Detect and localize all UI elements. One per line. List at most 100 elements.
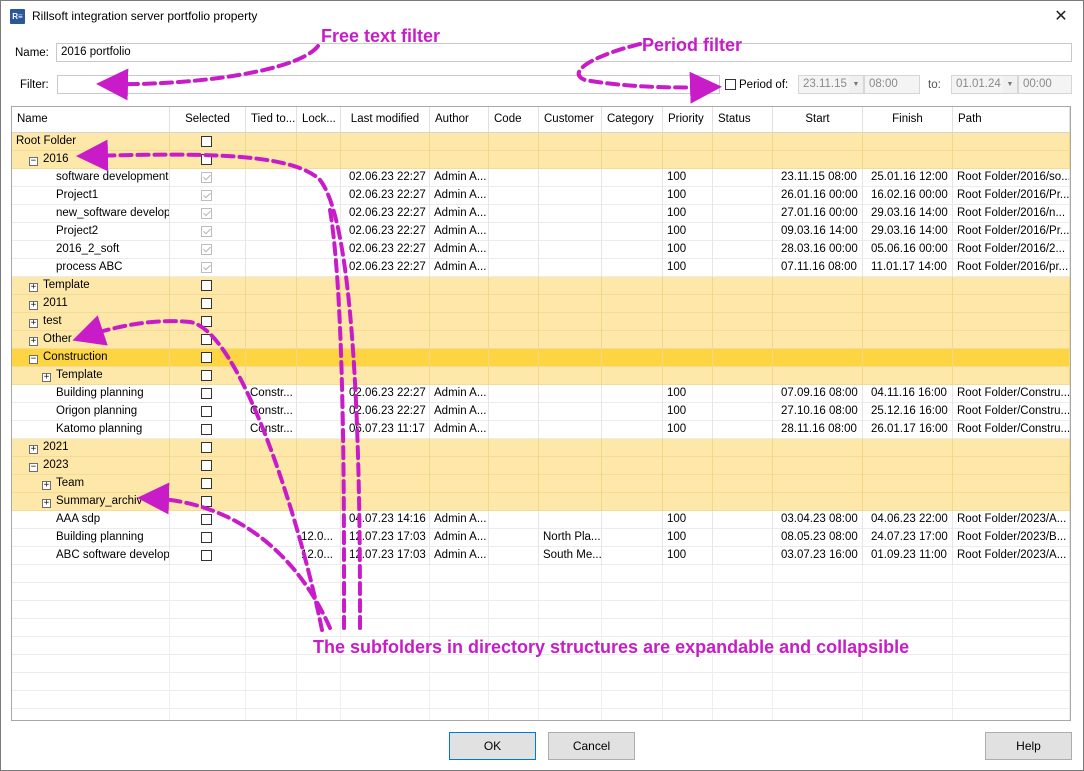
col-customer-header[interactable]: Customer xyxy=(539,107,602,132)
row-select-checkbox[interactable] xyxy=(201,298,212,309)
table-row[interactable]: Building planning 12.0... 12.07.23 17:03 Ad… xyxy=(12,529,1070,547)
folder-row[interactable]: − Construction xyxy=(12,349,1070,367)
expand-icon[interactable]: + xyxy=(42,499,51,508)
period-from-date[interactable]: 23.11.15 ▼ xyxy=(798,75,864,94)
expand-icon[interactable]: + xyxy=(29,301,38,310)
folder-row[interactable]: +2011 xyxy=(12,295,1070,313)
row-name-cell: Project2 xyxy=(12,223,170,241)
folder-row[interactable]: + Other xyxy=(12,331,1070,349)
empty-cell xyxy=(713,583,773,601)
row-select-checkbox[interactable] xyxy=(201,190,212,201)
folder-row[interactable]: + test xyxy=(12,313,1070,331)
row-select-checkbox[interactable] xyxy=(201,460,212,471)
cancel-button[interactable]: Cancel xyxy=(548,732,635,760)
row-select-checkbox[interactable] xyxy=(201,388,212,399)
empty-cell xyxy=(539,151,602,169)
expand-icon[interactable]: + xyxy=(29,337,38,346)
row-select-checkbox[interactable] xyxy=(201,406,212,417)
row-select-checkbox[interactable] xyxy=(201,352,212,363)
col-code-header[interactable]: Code xyxy=(489,107,539,132)
table-row[interactable]: software development p 02.06.23 22:27 Admi… xyxy=(12,169,1070,187)
col-last-modified-header[interactable]: Last modified xyxy=(341,107,430,132)
chevron-down-icon[interactable]: ▼ xyxy=(1003,76,1017,93)
col-customer-cell: North Pla... xyxy=(539,529,602,547)
table-row[interactable]: process ABC 02.06.23 22:27 Admin A... 100 07… xyxy=(12,259,1070,277)
folder-row[interactable]: −2023 xyxy=(12,457,1070,475)
col-status-cell xyxy=(713,187,773,205)
row-select-checkbox[interactable] xyxy=(201,370,212,381)
row-select-checkbox[interactable] xyxy=(201,442,212,453)
collapse-icon[interactable]: − xyxy=(29,157,38,166)
period-to-date[interactable]: 01.01.24 ▼ xyxy=(951,75,1018,94)
table-row[interactable]: new_software developm 02.06.23 22:27 Admin… xyxy=(12,205,1070,223)
close-icon[interactable]: ✕ xyxy=(1039,1,1083,32)
col-path-header[interactable]: Path xyxy=(953,107,1070,132)
col-name-header[interactable]: Name xyxy=(12,107,170,132)
collapse-icon[interactable]: − xyxy=(29,463,38,472)
empty-cell xyxy=(773,619,863,637)
col-finish-header[interactable]: Finish xyxy=(863,107,953,132)
folder-row[interactable]: + Summary_archiv xyxy=(12,493,1070,511)
period-from-time[interactable]: 08:00 xyxy=(864,75,920,94)
row-selected-cell xyxy=(170,151,246,169)
col-lock-header[interactable]: Lock... xyxy=(297,107,341,132)
row-select-checkbox[interactable] xyxy=(201,136,212,147)
name-input[interactable]: 2016 portfolio xyxy=(56,43,1072,62)
row-select-checkbox[interactable] xyxy=(201,172,212,183)
table-row[interactable]: Origon planning Constr... 02.06.23 22:27 Ad… xyxy=(12,403,1070,421)
table-row[interactable]: Project1 02.06.23 22:27 Admin A... 100 26.01… xyxy=(12,187,1070,205)
empty-cell xyxy=(297,673,341,691)
row-select-checkbox[interactable] xyxy=(201,496,212,507)
expand-icon[interactable]: + xyxy=(29,319,38,328)
row-select-checkbox[interactable] xyxy=(201,262,212,273)
table-row[interactable]: 2016_2_soft 02.06.23 22:27 Admin A... 100 28… xyxy=(12,241,1070,259)
row-select-checkbox[interactable] xyxy=(201,478,212,489)
col-tied-to-header[interactable]: Tied to... xyxy=(246,107,297,132)
empty-cell xyxy=(341,457,430,475)
col-author-header[interactable]: Author xyxy=(430,107,489,132)
expand-icon[interactable]: + xyxy=(29,283,38,292)
folder-row[interactable]: + Template xyxy=(12,367,1070,385)
portfolio-grid[interactable]: Name Selected Tied to... Lock... Last modifi… xyxy=(11,106,1071,721)
empty-cell xyxy=(602,439,663,457)
empty-cell xyxy=(489,673,539,691)
row-select-checkbox[interactable] xyxy=(201,226,212,237)
folder-row[interactable]: + Template xyxy=(12,277,1070,295)
row-select-checkbox[interactable] xyxy=(201,514,212,525)
row-select-checkbox[interactable] xyxy=(201,208,212,219)
help-button[interactable]: Help xyxy=(985,732,1072,760)
expand-icon[interactable]: + xyxy=(42,481,51,490)
expand-icon[interactable]: + xyxy=(29,445,38,454)
col-start-header[interactable]: Start xyxy=(773,107,863,132)
period-checkbox[interactable] xyxy=(725,79,736,90)
row-select-checkbox[interactable] xyxy=(201,280,212,291)
col-priority-header[interactable]: Priority xyxy=(663,107,713,132)
folder-row[interactable]: +2021 xyxy=(12,439,1070,457)
ok-button[interactable]: OK xyxy=(449,732,536,760)
col-category-header[interactable]: Category xyxy=(602,107,663,132)
folder-row[interactable]: −2016 xyxy=(12,151,1070,169)
col-selected-header[interactable]: Selected xyxy=(170,107,246,132)
row-select-checkbox[interactable] xyxy=(201,316,212,327)
expand-icon[interactable]: + xyxy=(42,373,51,382)
folder-row[interactable]: Root Folder xyxy=(12,133,1070,151)
table-row[interactable]: Project2 02.06.23 22:27 Admin A... 100 09.03… xyxy=(12,223,1070,241)
col-status-header[interactable]: Status xyxy=(713,107,773,132)
col-author-cell: Admin A... xyxy=(430,205,489,223)
filter-input[interactable] xyxy=(57,75,720,94)
period-to-time[interactable]: 00:00 xyxy=(1018,75,1072,94)
table-row[interactable]: ABC software developm 12.0... 12.07.23 17:… xyxy=(12,547,1070,565)
row-selected-cell xyxy=(170,421,246,439)
table-row[interactable]: Katomo planning Constr... 06.07.23 11:17 Ad… xyxy=(12,421,1070,439)
row-select-checkbox[interactable] xyxy=(201,244,212,255)
row-select-checkbox[interactable] xyxy=(201,154,212,165)
table-row[interactable]: AAA sdp 04.07.23 14:16 Admin A... 100 03.04.… xyxy=(12,511,1070,529)
collapse-icon[interactable]: − xyxy=(29,355,38,364)
chevron-down-icon[interactable]: ▼ xyxy=(849,76,863,93)
row-select-checkbox[interactable] xyxy=(201,334,212,345)
row-select-checkbox[interactable] xyxy=(201,550,212,561)
row-select-checkbox[interactable] xyxy=(201,424,212,435)
table-row[interactable]: Building planning Constr... 02.06.23 22:27… xyxy=(12,385,1070,403)
folder-row[interactable]: + Team xyxy=(12,475,1070,493)
row-select-checkbox[interactable] xyxy=(201,532,212,543)
